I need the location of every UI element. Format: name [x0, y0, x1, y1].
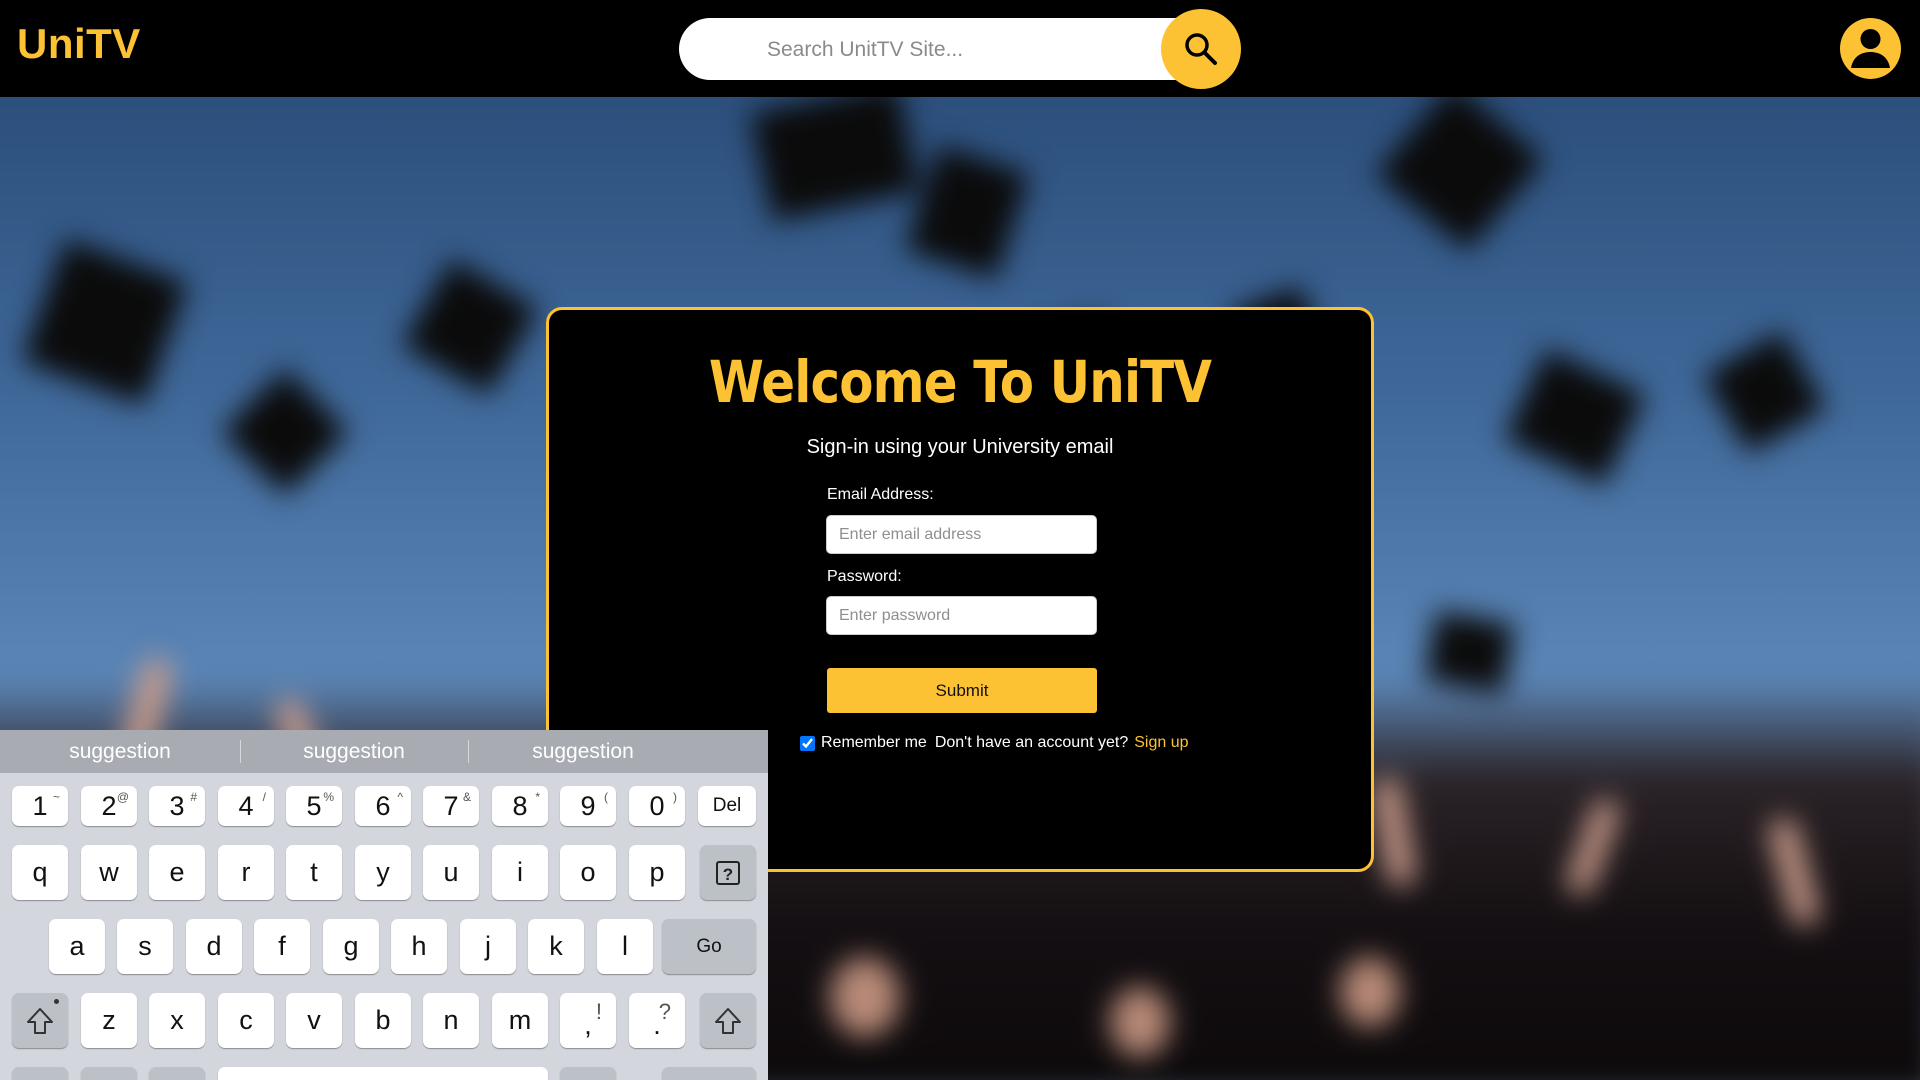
key-f[interactable]: f [254, 919, 310, 974]
key-w[interactable]: w [81, 845, 137, 900]
search-icon [1185, 33, 1217, 65]
password-field[interactable] [826, 596, 1097, 635]
key-m[interactable]: m [492, 993, 548, 1048]
key-y[interactable]: y [355, 845, 411, 900]
help-key-icon: ? [716, 860, 740, 885]
signup-link[interactable]: Sign up [1134, 734, 1188, 752]
shift-right-key[interactable] [700, 993, 756, 1048]
key-z[interactable]: z [81, 993, 137, 1048]
site-logo[interactable]: UniTV [17, 20, 141, 68]
svg-text:?: ? [723, 865, 733, 884]
key-i[interactable]: i [492, 845, 548, 900]
key-r[interactable]: r [218, 845, 274, 900]
password-label: Password: [827, 568, 902, 585]
suggestion-item[interactable]: suggestion [0, 730, 240, 773]
key-u[interactable]: u [423, 845, 479, 900]
go-key[interactable]: Go [662, 919, 756, 974]
key-a[interactable]: a [49, 919, 105, 974]
key-comma[interactable]: ,! [560, 993, 616, 1048]
on-screen-keyboard: suggestion suggestion suggestion 1 ~ 2 @ 3… [0, 730, 768, 1080]
suggestion-item[interactable]: suggestion [468, 730, 698, 773]
key-e[interactable]: e [149, 845, 205, 900]
top-navigation-bar: UniTV [0, 0, 1920, 97]
key-k[interactable]: k [528, 919, 584, 974]
key-8[interactable]: 8 * [492, 786, 548, 826]
key-0[interactable]: 0) [629, 786, 685, 826]
signin-subtitle: Sign-in using your University email [806, 436, 1114, 458]
shift-left-key[interactable] [12, 993, 68, 1048]
key-5[interactable]: 5% [286, 786, 342, 826]
key-3[interactable]: 3 # [149, 786, 205, 826]
delete-key[interactable]: Del [698, 786, 756, 826]
no-account-text: Don't have an account yet? [934, 734, 1129, 751]
bottom-row-key[interactable] [81, 1067, 137, 1080]
key-q[interactable]: q [12, 845, 68, 900]
key-4[interactable]: 4/ [218, 786, 274, 826]
search-box [679, 18, 1239, 82]
key-l[interactable]: l [597, 919, 653, 974]
key-1[interactable]: 1 ~ [12, 786, 68, 826]
key-6[interactable]: 6 ^ [355, 786, 411, 826]
bottom-row-key[interactable] [662, 1067, 756, 1080]
key-c[interactable]: c [218, 993, 274, 1048]
space-key[interactable] [218, 1067, 548, 1080]
email-field[interactable] [826, 515, 1097, 554]
email-label: Email Address: [827, 486, 934, 503]
key-7[interactable]: 7 & [423, 786, 479, 826]
shift-icon [715, 1007, 741, 1034]
key-x[interactable]: x [149, 993, 205, 1048]
search-button[interactable] [1161, 9, 1241, 89]
key-d[interactable]: d [186, 919, 242, 974]
key-o[interactable]: o [560, 845, 616, 900]
user-account-icon [1851, 29, 1890, 68]
key-9[interactable]: 9( [560, 786, 616, 826]
key-j[interactable]: j [460, 919, 516, 974]
profile-button[interactable] [1840, 18, 1901, 79]
key-n[interactable]: n [423, 993, 479, 1048]
key-b[interactable]: b [355, 993, 411, 1048]
submit-button[interactable]: Submit [827, 668, 1097, 713]
help-key[interactable]: ? [700, 845, 756, 900]
key-s[interactable]: s [117, 919, 173, 974]
key-t[interactable]: t [286, 845, 342, 900]
welcome-title: Welcome To UniTV [708, 348, 1212, 416]
key-g[interactable]: g [323, 919, 379, 974]
key-p[interactable]: p [629, 845, 685, 900]
bottom-row-key[interactable] [560, 1067, 616, 1080]
search-input[interactable] [765, 18, 1169, 82]
key-v[interactable]: v [286, 993, 342, 1048]
key-h[interactable]: h [391, 919, 447, 974]
remember-me-label[interactable]: Remember me [821, 734, 927, 752]
suggestion-item[interactable]: suggestion [240, 730, 468, 773]
shift-icon [27, 1007, 53, 1034]
remember-me-checkbox[interactable] [800, 735, 815, 751]
remember-row: Remember me Don't have an account yet? S… [800, 734, 1188, 752]
key-2[interactable]: 2 @ [81, 786, 137, 826]
bottom-row-key[interactable] [149, 1067, 205, 1080]
key-period[interactable]: .? [629, 993, 685, 1048]
suggestion-bar: suggestion suggestion suggestion [0, 730, 768, 773]
bottom-row-key[interactable] [12, 1067, 68, 1080]
